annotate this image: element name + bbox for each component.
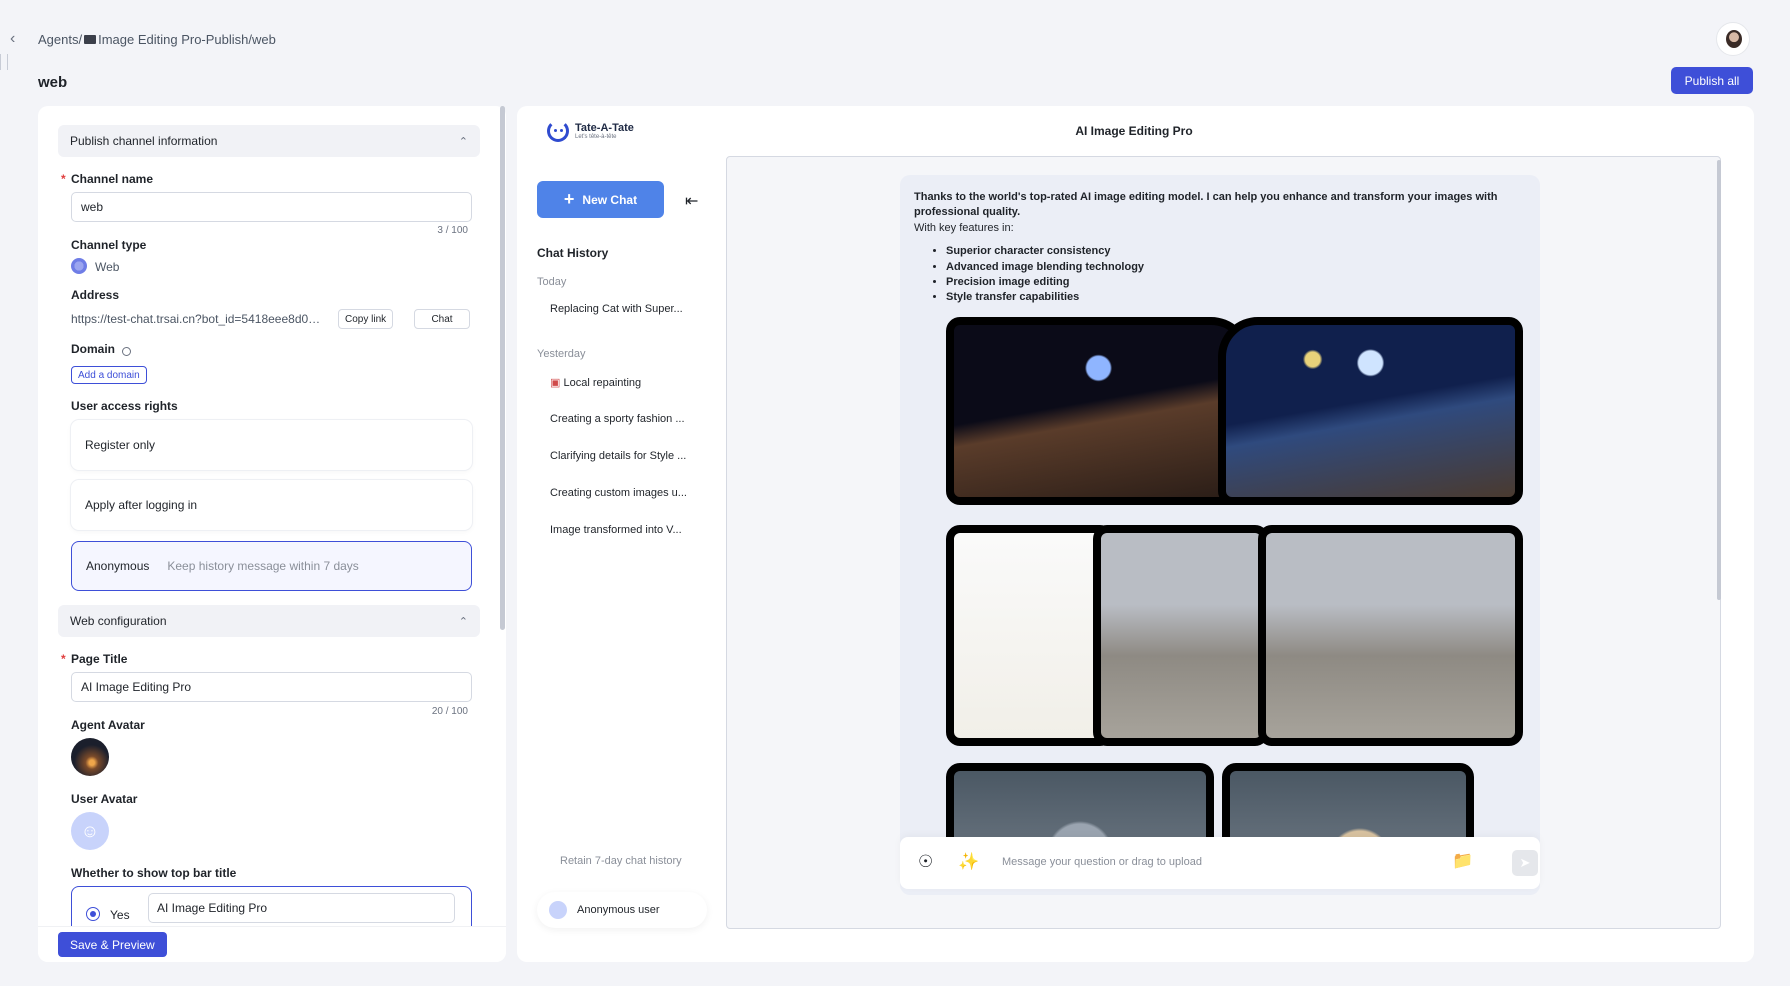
chevron-up-icon[interactable]: ⌃ bbox=[459, 135, 468, 148]
page-title: web bbox=[38, 74, 68, 91]
sidebar-collapse-icon[interactable]: ⇤ bbox=[685, 191, 698, 211]
address-label: Address bbox=[71, 288, 120, 302]
chat-scrollbar[interactable] bbox=[1717, 160, 1721, 600]
channel-name-input[interactable]: web bbox=[71, 192, 472, 222]
brand-logo: Tate-A-Tate Let's tête-à-tête bbox=[547, 120, 634, 142]
sidebar-handle[interactable] bbox=[0, 54, 8, 70]
topbar-title-input[interactable]: AI Image Editing Pro bbox=[148, 893, 455, 923]
example-photo-person bbox=[1093, 525, 1269, 746]
access-option-apply-after-login[interactable]: Apply after logging in bbox=[71, 480, 472, 530]
user-avatar-image[interactable]: ☺ bbox=[71, 812, 109, 850]
folder-upload-icon[interactable]: 📁 bbox=[1452, 851, 1473, 871]
message-input-bar: ☉ ✨ Message your question or drag to upl… bbox=[900, 837, 1540, 889]
features-list: Superior character consistency Advanced … bbox=[914, 244, 1526, 306]
section-title: Publish channel information bbox=[70, 134, 218, 148]
feature-item: Superior character consistency bbox=[946, 244, 1526, 259]
history-item[interactable]: Creating a sporty fashion ... bbox=[550, 413, 690, 425]
lightbulb-icon[interactable]: ☉ bbox=[918, 852, 933, 872]
breadcrumb-agents[interactable]: Agents/ bbox=[38, 32, 82, 47]
message-features-lead: With key features in: bbox=[914, 221, 1014, 234]
chat-area: Thanks to the world's top-rated AI image… bbox=[726, 156, 1721, 929]
message-intro: Thanks to the world's top-rated AI image… bbox=[914, 191, 1498, 219]
feature-item: Advanced image blending technology bbox=[946, 260, 1526, 275]
users-icon: ☺ bbox=[80, 820, 100, 841]
plus-icon: + bbox=[563, 189, 575, 209]
top-bar: ‹ Agents/ Image Editing Pro-Publish/web … bbox=[0, 0, 1790, 100]
topbar-title-label: Whether to show top bar title bbox=[71, 866, 237, 880]
chat-link-button[interactable]: Chat bbox=[414, 309, 470, 329]
preview-panel: Tate-A-Tate Let's tête-à-tête AI Image E… bbox=[517, 106, 1754, 962]
anonymous-user-chip[interactable]: Anonymous user bbox=[537, 892, 707, 928]
channel-name-count: 3 / 100 bbox=[437, 225, 468, 236]
new-chat-button[interactable]: + New Chat bbox=[537, 181, 664, 218]
history-item[interactable]: Replacing Cat with Super... bbox=[550, 303, 690, 315]
globe-icon bbox=[71, 258, 87, 274]
web-config-section-header[interactable]: Web configuration ⌃ bbox=[58, 605, 480, 637]
user-avatar[interactable] bbox=[1716, 22, 1750, 56]
access-rights-label: User access rights bbox=[71, 399, 178, 413]
chat-window-title: AI Image Editing Pro bbox=[1075, 124, 1193, 138]
history-item[interactable]: Creating custom images u... bbox=[550, 487, 690, 499]
history-item[interactable]: Clarifying details for Style ... bbox=[550, 450, 690, 462]
copy-link-button[interactable]: Copy link bbox=[338, 309, 394, 329]
yes-label: Yes bbox=[110, 908, 130, 922]
domain-label: Domain bbox=[71, 342, 116, 356]
access-option-register-only[interactable]: Register only bbox=[71, 420, 472, 470]
feature-item: Precision image editing bbox=[946, 275, 1526, 290]
image-icon: ▣ bbox=[550, 377, 561, 389]
retain-note: Retain 7-day chat history bbox=[560, 855, 682, 867]
example-photo-stylized bbox=[1218, 317, 1523, 505]
agent-thumbnail-icon bbox=[84, 35, 97, 44]
feature-item: Style transfer capabilities bbox=[946, 290, 1526, 305]
history-item[interactable]: ▣ Local repainting bbox=[550, 376, 690, 389]
assistant-message: Thanks to the world's top-rated AI image… bbox=[900, 175, 1540, 895]
user-avatar-small bbox=[549, 901, 567, 919]
page-title-count: 20 / 100 bbox=[431, 706, 468, 717]
page-title-input[interactable]: AI Image Editing Pro bbox=[71, 672, 472, 702]
breadcrumb-current: Image Editing Pro-Publish/web bbox=[98, 32, 276, 47]
settings-panel: Publish channel information ⌃ * Channel n… bbox=[38, 106, 506, 962]
save-preview-button[interactable]: Save & Preview bbox=[58, 932, 167, 957]
add-domain-button[interactable]: Add a domain bbox=[71, 366, 147, 384]
example-photo-clothes bbox=[946, 525, 1114, 746]
example-photo-original bbox=[946, 317, 1251, 505]
breadcrumb: Agents/ Image Editing Pro-Publish/web bbox=[38, 32, 276, 47]
access-option-anonymous[interactable]: Anonymous Keep history message within 7 … bbox=[71, 541, 472, 591]
channel-name-label: * Channel name bbox=[61, 172, 154, 186]
settings-scrollbar[interactable] bbox=[500, 106, 505, 630]
agent-avatar-label: Agent Avatar bbox=[71, 718, 145, 732]
magic-wand-icon[interactable]: ✨ bbox=[958, 852, 979, 872]
chevron-up-icon[interactable]: ⌃ bbox=[459, 615, 468, 628]
send-icon[interactable]: ➤ bbox=[1512, 850, 1538, 876]
history-item[interactable]: Image transformed into V... bbox=[550, 524, 690, 536]
radio-selected-icon[interactable] bbox=[86, 907, 100, 921]
publish-channel-section-header[interactable]: Publish channel information ⌃ bbox=[58, 125, 480, 157]
agent-avatar-image[interactable] bbox=[71, 738, 109, 776]
page-title-label: * Page Title bbox=[61, 652, 128, 666]
publish-all-button[interactable]: Publish all bbox=[1671, 67, 1753, 94]
topbar-yes-option[interactable]: Yes AI Image Editing Pro bbox=[71, 886, 472, 926]
group-today: Today bbox=[537, 276, 567, 288]
channel-type-label: Channel type bbox=[71, 238, 147, 252]
address-value: https://test-chat.trsai.cn?bot_id=5418ee… bbox=[71, 312, 321, 326]
group-yesterday: Yesterday bbox=[537, 348, 586, 360]
channel-type-value: Web bbox=[95, 260, 120, 274]
logo-mark-icon bbox=[547, 120, 569, 142]
info-icon[interactable] bbox=[122, 347, 131, 356]
message-input[interactable]: Message your question or drag to upload bbox=[1002, 856, 1202, 868]
section-title: Web configuration bbox=[70, 614, 167, 628]
example-photo-result bbox=[1258, 525, 1523, 746]
chevron-left-icon[interactable]: ‹ bbox=[10, 30, 15, 48]
user-avatar-label: User Avatar bbox=[71, 792, 138, 806]
chat-history-title: Chat History bbox=[537, 246, 609, 260]
